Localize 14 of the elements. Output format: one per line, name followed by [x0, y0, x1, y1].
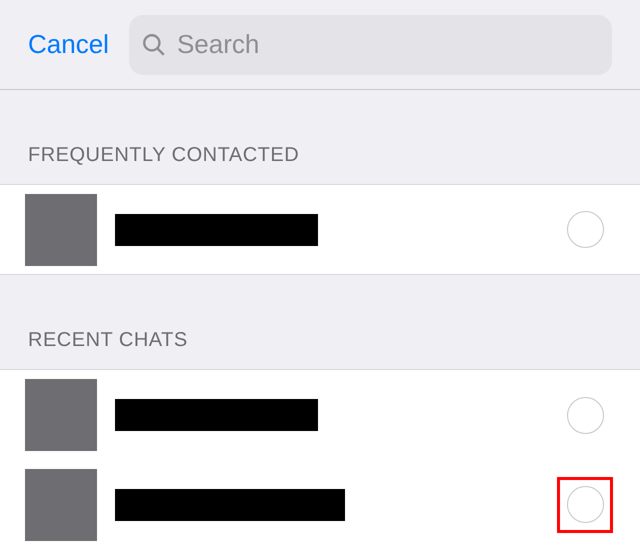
contact-row[interactable] [0, 370, 640, 460]
cancel-button[interactable]: Cancel [28, 25, 109, 64]
section-header: RECENT CHATS [28, 328, 188, 353]
avatar [25, 379, 97, 451]
radio-button[interactable] [566, 486, 604, 523]
section-header: FREQUENTLY CONTACTED [28, 143, 300, 168]
avatar [25, 468, 97, 540]
contact-row[interactable] [0, 185, 640, 275]
search-icon [140, 32, 167, 58]
radio-button[interactable] [566, 211, 604, 248]
contact-row[interactable] [0, 460, 640, 545]
search-field[interactable]: Search [128, 14, 612, 74]
radio-button[interactable] [566, 396, 604, 434]
avatar [25, 194, 97, 266]
